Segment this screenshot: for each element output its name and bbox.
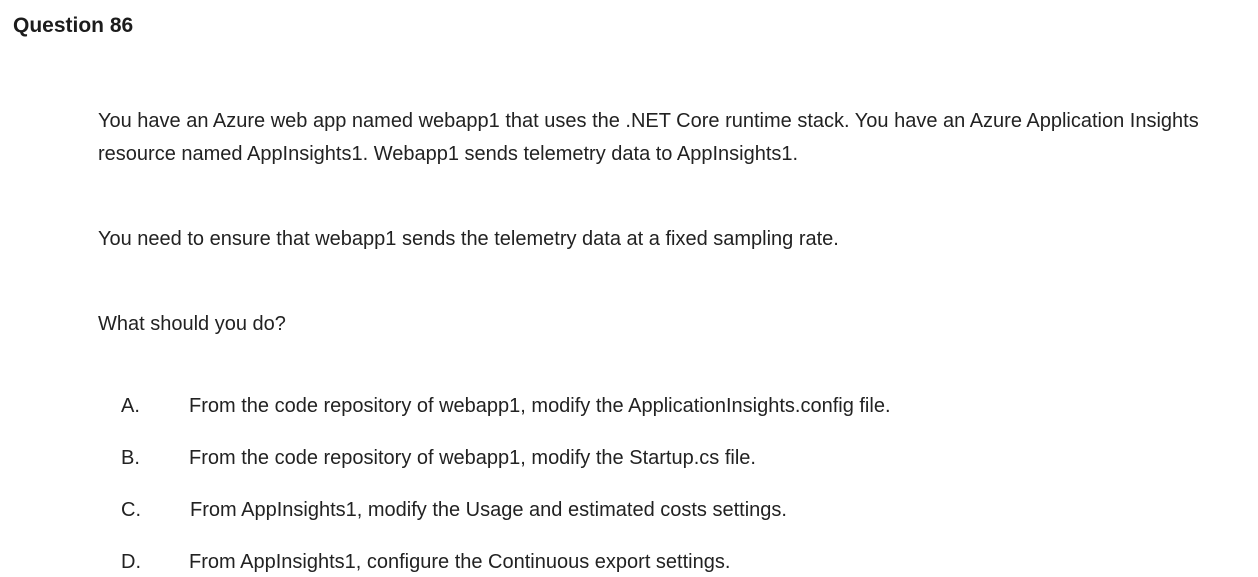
question-requirement-paragraph: You need to ensure that webapp1 sends th… [98,228,839,250]
answer-option-b[interactable]: B. From the code repository of webapp1, … [0,443,1258,473]
option-text: From AppInsights1, modify the Usage and … [190,499,787,521]
option-text: From the code repository of webapp1, mod… [189,447,756,469]
option-text: From AppInsights1, configure the Continu… [189,551,731,573]
question-scenario-paragraph: You have an Azure web app named webapp1 … [98,110,1199,165]
option-letter: D. [121,551,141,573]
answer-option-c[interactable]: C. From AppInsights1, modify the Usage a… [0,495,1258,525]
answer-option-a[interactable]: A. From the code repository of webapp1, … [0,391,1258,421]
option-text: From the code repository of webapp1, mod… [189,395,891,417]
answer-option-d[interactable]: D. From AppInsights1, configure the Cont… [0,547,1258,577]
question-prompt-paragraph: What should you do? [98,313,286,335]
option-letter: C. [121,499,141,521]
question-title: Question 86 [13,14,134,37]
option-letter: A. [121,395,140,417]
option-letter: B. [121,447,140,469]
